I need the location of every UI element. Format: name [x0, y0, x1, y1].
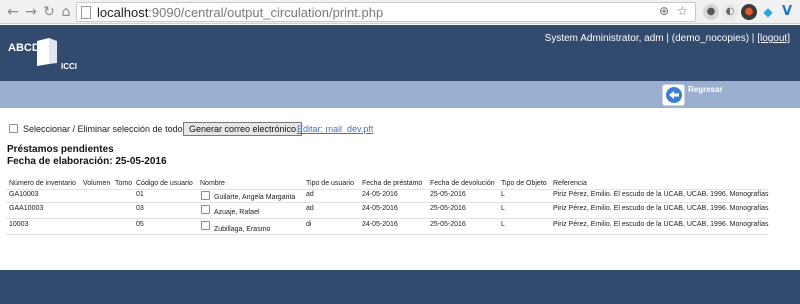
zoom-icon[interactable]: ⊕ — [659, 4, 669, 18]
cell-inventory: GAA10003 — [9, 205, 44, 212]
cell-reference: Piriz Pérez, Emilio. El escudo de la UCA… — [553, 205, 769, 212]
home-icon[interactable]: ⌂ — [57, 3, 75, 21]
report-date: Fecha de elaboración: 25-05-2016 — [7, 156, 167, 167]
url-host: localhost — [97, 5, 149, 20]
cell-reference: Piriz Pérez, Emilio. El escudo de la UCA… — [553, 221, 769, 228]
row-select-checkbox[interactable] — [201, 221, 210, 230]
cell-object-type: L — [501, 205, 505, 212]
column-header-tome: Tomo — [115, 180, 133, 187]
user-info: System Administrator, adm | (demo_nocopi… — [545, 33, 790, 44]
url-path: :9090/central/output_circulation/print.p… — [148, 5, 384, 20]
column-header-reference: Referencia — [553, 180, 587, 187]
extension-bird-icon[interactable]: ◆ — [760, 4, 776, 20]
column-header-loan-date: Fecha de préstamo — [362, 180, 423, 187]
cell-loan-date: 24-05-2016 — [362, 221, 398, 228]
user-info-text: System Administrator, adm | (demo_nocopi… — [544, 33, 758, 44]
cell-name: Guilarte, Angela Margarita — [214, 194, 296, 201]
cell-user-code: 03 — [136, 205, 144, 212]
logo-subtext: ICCI — [61, 62, 77, 71]
logout-link[interactable]: [logout] — [757, 33, 790, 44]
column-header-volume: Volumen — [83, 180, 111, 187]
cell-object-type: L — [501, 221, 505, 228]
action-row: Seleccionar / Eliminar selección de todo… — [0, 121, 800, 141]
app-header: ABCD ICCI System Administrator, adm | (d… — [0, 25, 800, 81]
back-arrow-circle-icon — [666, 87, 682, 103]
cell-loan-date: 24-05-2016 — [362, 205, 398, 212]
pocket-icon[interactable]: ◐ — [722, 4, 738, 20]
page-icon — [81, 6, 91, 19]
cell-user-type: ad — [306, 191, 314, 198]
cell-reference: Piriz Pérez, Emilio. El escudo de la UCA… — [553, 191, 769, 198]
column-header-inventory: Número de inventario — [9, 180, 76, 187]
cell-return-date: 25-05-2016 — [430, 205, 466, 212]
cell-return-date: 25-05-2016 — [430, 191, 466, 198]
bookmark-star-icon[interactable]: ☆ — [677, 4, 688, 18]
url-text[interactable]: localhost:9090/central/output_circulatio… — [97, 4, 383, 21]
address-bar[interactable]: localhost:9090/central/output_circulatio… — [76, 2, 696, 22]
row-select-checkbox[interactable] — [201, 205, 210, 214]
cell-user-code: 01 — [136, 191, 144, 198]
cell-loan-date: 24-05-2016 — [362, 191, 398, 198]
row-select-checkbox[interactable] — [201, 191, 210, 200]
column-header-return-date: Fecha de devolución — [430, 180, 495, 187]
row-divider — [6, 202, 768, 203]
cell-user-type: di — [306, 221, 312, 228]
select-all-label: Seleccionar / Eliminar selección de todo… — [23, 124, 188, 134]
cell-inventory: GA10003 — [9, 191, 39, 198]
extension-v-icon[interactable]: V — [779, 4, 795, 20]
cell-user-type: ad — [306, 205, 314, 212]
generate-email-button[interactable]: Generar correo electrónico — [183, 122, 303, 136]
cell-inventory: 10003 — [9, 221, 29, 228]
column-header-user-code: Código de usuario — [136, 180, 193, 187]
cell-return-date: 25-05-2016 — [430, 221, 466, 228]
column-header-user-type: Tipo de usuario — [306, 180, 354, 187]
back-label[interactable]: Regresar — [688, 85, 723, 94]
logo-book-icon — [37, 38, 57, 66]
report-title: Préstamos pendientes — [7, 144, 114, 155]
back-arrow-icon — [669, 91, 679, 99]
forward-arrow-icon[interactable]: → — [22, 3, 40, 21]
row-divider — [6, 218, 768, 219]
cell-name: Zubillaga, Erasmo — [214, 226, 271, 233]
edit-format-link[interactable]: Editar: mail_dev.pft — [297, 124, 373, 134]
back-arrow-icon[interactable]: ← — [4, 3, 22, 21]
cell-object-type: L — [501, 191, 505, 198]
reload-icon[interactable]: ↻ — [40, 3, 58, 21]
back-button[interactable] — [662, 84, 685, 106]
cell-name: Azuaje, Rafael — [214, 209, 260, 216]
row-divider — [6, 234, 768, 235]
cell-user-code: 05 — [136, 221, 144, 228]
select-all-checkbox[interactable] — [9, 124, 18, 133]
extension-circle-icon[interactable]: ● — [741, 4, 757, 20]
app-footer — [0, 270, 800, 304]
column-header-object-type: Tipo de Objeto — [501, 180, 547, 187]
browser-toolbar: ← → ↻ ⌂ localhost:9090/central/output_ci… — [0, 0, 800, 24]
extension-icon[interactable]: ● — [703, 4, 719, 20]
column-header-name: Nombre — [200, 180, 225, 187]
